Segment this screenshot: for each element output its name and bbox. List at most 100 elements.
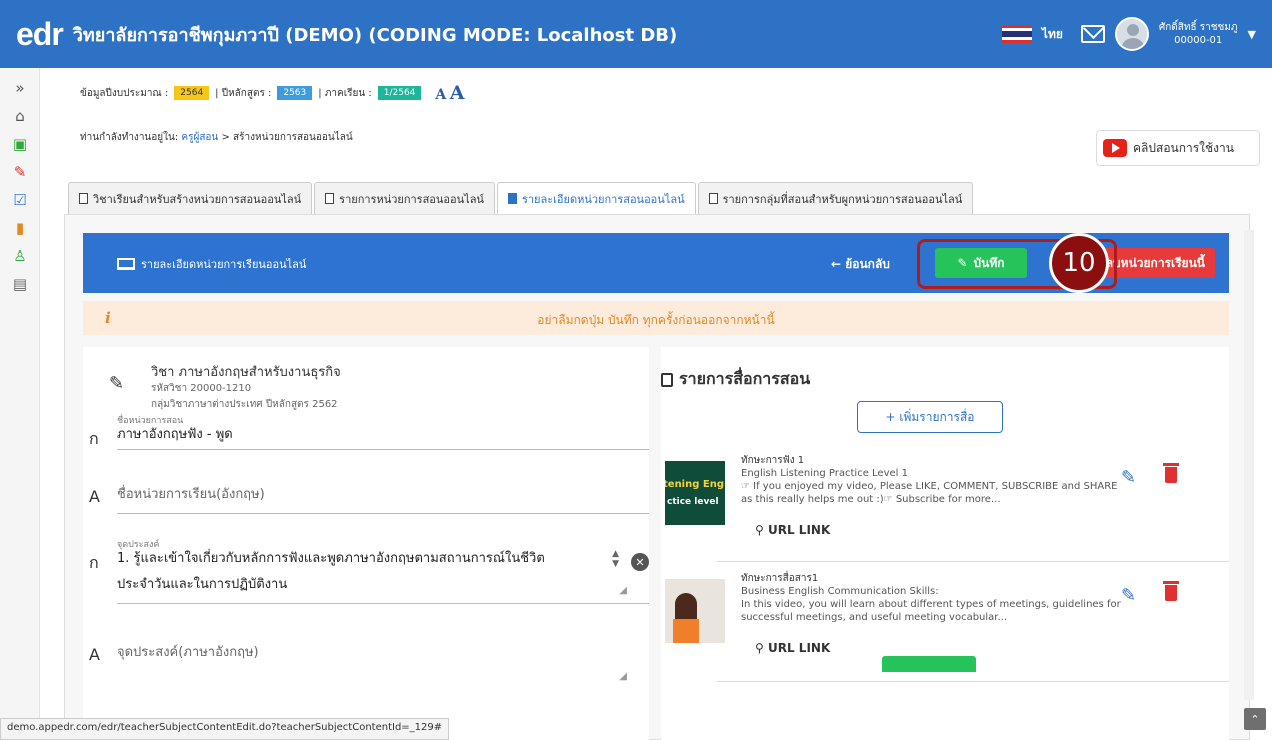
help-video-label: คลิปสอนการใช้งาน: [1133, 140, 1234, 155]
link-icon: ⚲: [755, 523, 764, 537]
resize-handle-icon[interactable]: ◢: [619, 671, 627, 682]
bottom-save-button[interactable]: [882, 656, 976, 672]
tab-subjects[interactable]: วิชาเรียนสำหรับสร้างหน่วยการสอนออนไลน์: [68, 182, 313, 214]
tab-unit-details[interactable]: รายละเอียดหน่วยการสอนออนไลน์: [496, 182, 696, 214]
tab-groups[interactable]: รายการกลุ่มที่สอนสำหรับผูกหน่วยการสอนออน…: [697, 182, 974, 214]
media-desc-line: Business English Communication Skills:: [741, 586, 939, 597]
warning-alert: i อย่าลืมกดปุ่ม บันทึก ทุกครั้งก่อนออกจา…: [83, 301, 1229, 335]
laptop-icon: [117, 258, 135, 270]
thumbnail-caption: tening Eng: [665, 479, 724, 490]
chevron-down-icon[interactable]: ▼: [1248, 28, 1256, 41]
trash-icon[interactable]: [1163, 463, 1179, 483]
scroll-to-top-icon[interactable]: ⌃: [1244, 708, 1266, 730]
pencil-icon[interactable]: ✎: [0, 158, 40, 186]
video-thumbnail[interactable]: tening Eng ctice level: [665, 461, 725, 525]
books-icon[interactable]: ▮: [0, 214, 40, 242]
media-list: รายการสื่อการสอน + เพิ่มรายการสื่อ tenin…: [661, 347, 1229, 740]
unit-name-en-field[interactable]: A ชื่อหน่วยการเรียน(อังกฤษ): [89, 475, 649, 515]
tab-label: รายละเอียดหน่วยการสอนออนไลน์: [521, 192, 685, 206]
unit-name-field[interactable]: ชื่อหน่วยการสอน ก ภาษาอังกฤษฟัง - พูด: [89, 413, 649, 453]
delete-unit-label: ลบหน่วยการเรียนนี้: [1105, 255, 1205, 270]
archive-icon[interactable]: ▤: [0, 270, 40, 298]
font-size-controls: A A: [435, 82, 464, 104]
url-link-label: URL LINK: [767, 523, 831, 537]
field-underline: [117, 603, 649, 604]
save-button[interactable]: ✎ บันทึก: [935, 248, 1027, 278]
resize-handle-icon[interactable]: ◢: [619, 585, 627, 596]
subject-title: วิชา ภาษาอังกฤษสำหรับงานธุรกิจ: [151, 365, 341, 380]
objective-en-placeholder: จุดประสงค์(ภาษาอังกฤษ): [117, 645, 259, 660]
tab-label: รายการกลุ่มที่สอนสำหรับผูกหน่วยการสอนออน…: [722, 192, 963, 206]
latin-char-icon: A: [89, 487, 100, 506]
user-id: 00000-01: [1174, 35, 1223, 46]
document-icon: [325, 193, 335, 204]
pencil-icon: ✎: [957, 256, 968, 270]
panel-title-text: รายละเอียดหน่วยการเรียนออนไลน์: [141, 258, 307, 271]
document-icon: [661, 372, 673, 387]
url-link[interactable]: ⚲ URL LINK: [755, 523, 830, 537]
tab-units-list[interactable]: รายการหน่วยการสอนออนไลน์: [314, 182, 495, 214]
breadcrumb-prefix: ท่านกำลังทำงานอยู่ใน:: [80, 132, 179, 143]
field-underline: [117, 513, 649, 514]
objective-en-field[interactable]: A จุดประสงค์(ภาษาอังกฤษ) ◢: [89, 633, 649, 693]
add-media-button[interactable]: + เพิ่มรายการสื่อ: [857, 401, 1003, 433]
info-bar: ข้อมูลปีงบประมาณ : 2564 | ปีหลักสูตร : 2…: [80, 82, 465, 104]
breadcrumb-current: > สร้างหน่วยการสอนออนไลน์: [221, 132, 353, 143]
checkbox-icon[interactable]: ☑: [0, 186, 40, 214]
unit-detail-panel: รายละเอียดหน่วยการเรียนออนไลน์ ← ย้อนกลั…: [64, 214, 1250, 740]
textarea-scroll-icon[interactable]: ▲ ▼: [612, 549, 619, 569]
thai-char-icon: ก: [89, 553, 99, 572]
trash-icon[interactable]: [1163, 581, 1179, 601]
curriculum-year-label: | ปีหลักสูตร :: [215, 87, 272, 99]
panel-title: รายละเอียดหน่วยการเรียนออนไลน์: [117, 255, 306, 273]
font-larger-button[interactable]: A: [450, 82, 465, 104]
edit-pencil-icon[interactable]: ✎: [1121, 467, 1136, 488]
latin-char-icon: A: [89, 645, 100, 664]
font-smaller-button[interactable]: A: [435, 87, 446, 103]
user-name: ศักดิ์สิทธิ์ ราชชมภู: [1158, 22, 1238, 33]
media-description: English Listening Practice Level 1 ☞ If …: [741, 467, 1121, 506]
url-link-label: URL LINK: [767, 641, 831, 655]
user-menu[interactable]: ศักดิ์สิทธิ์ ราชชมภู 00000-01: [1159, 21, 1238, 47]
thumbnail-caption-2: ctice level: [667, 497, 719, 507]
media-title: ทักษะการสื่อสาร1: [741, 573, 819, 584]
step-number-badge: 10: [1049, 233, 1109, 293]
subject-group: กลุ่มวิชาภาษาต่างประเทศ ปีหลักสูตร 2562: [151, 399, 338, 410]
thai-char-icon: ก: [89, 429, 99, 448]
avatar[interactable]: [1114, 17, 1149, 51]
budget-year-badge: 2564: [174, 86, 210, 100]
app-logo[interactable]: edr: [16, 16, 64, 53]
media-description: Business English Communication Skills: I…: [741, 585, 1121, 624]
document-icon: [708, 193, 718, 204]
tab-bar: วิชาเรียนสำหรับสร้างหน่วยการสอนออนไลน์ ร…: [68, 182, 975, 214]
media-list-title-text: รายการสื่อการสอน: [679, 369, 811, 388]
video-thumbnail[interactable]: [665, 579, 725, 643]
help-video-button[interactable]: คลิปสอนการใช้งาน: [1096, 130, 1260, 166]
home-icon[interactable]: ⌂: [0, 102, 40, 130]
objective-line-2: ประจำวันและในการปฏิบัติงาน: [117, 577, 288, 592]
top-navbar: edr วิทยาลัยการอาชีพกุมภวาปี (DEMO) (COD…: [0, 0, 1272, 68]
item-divider: [717, 561, 1229, 562]
person-shirt: [673, 619, 699, 643]
media-title: ทักษะการฟัง 1: [741, 455, 805, 466]
back-button[interactable]: ← ย้อนกลับ: [831, 255, 890, 274]
monitor-icon[interactable]: ▣: [0, 130, 40, 158]
clear-field-icon[interactable]: ✕: [631, 553, 649, 571]
media-item: tening Eng ctice level ทักษะการฟัง 1 Eng…: [661, 453, 1229, 569]
mail-icon[interactable]: [1080, 25, 1105, 43]
expand-sidebar-icon[interactable]: »: [0, 74, 40, 102]
item-divider: [717, 681, 1229, 682]
thai-flag-icon[interactable]: [1001, 25, 1032, 43]
breadcrumb-link-teacher[interactable]: ครูผู้สอน: [181, 132, 218, 143]
user-icon[interactable]: ♙: [0, 242, 40, 270]
semester-label: | ภาคเรียน :: [318, 87, 372, 99]
edit-pencil-icon[interactable]: ✎: [1121, 585, 1136, 606]
url-link[interactable]: ⚲ URL LINK: [755, 641, 830, 655]
edit-subject-icon[interactable]: ✎: [109, 373, 124, 394]
language-selector[interactable]: ไทย: [1042, 25, 1063, 44]
objective-field[interactable]: จุดประสงค์ ก 1. รู้และเข้าใจเกี่ยวกับหลั…: [89, 537, 649, 607]
unit-form: ✎ วิชา ภาษาอังกฤษสำหรับงานธุรกิจ รหัสวิช…: [83, 347, 649, 740]
breadcrumb: ท่านกำลังทำงานอยู่ใน: ครูผู้สอน > สร้างห…: [80, 130, 353, 145]
budget-year-label: ข้อมูลปีงบประมาณ :: [80, 87, 169, 99]
panel-scrollbar[interactable]: [1244, 230, 1254, 700]
